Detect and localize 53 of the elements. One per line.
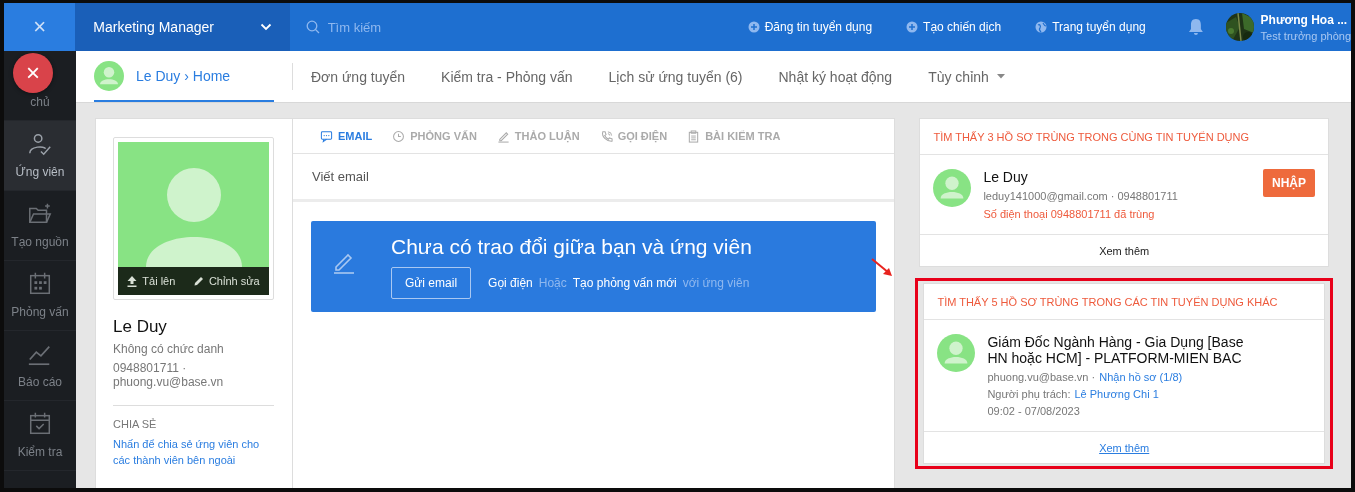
workspace-dropdown[interactable]: Marketing Manager — [75, 3, 290, 51]
search-field[interactable]: Tìm kiếm — [325, 18, 526, 36]
sidebar-item[interactable]: Phỏng vấn — [4, 261, 76, 331]
email-text: phuong.vu@base.vn · — [987, 371, 1096, 383]
hint-text: với ứng viên — [682, 275, 750, 290]
activity-tab[interactable]: EMAIL — [320, 119, 373, 153]
nav-tab[interactable]: Kiểm tra - Phỏng vấn — [441, 51, 573, 102]
header-link[interactable]: Đăng tin tuyển dụng — [747, 20, 873, 34]
send-email-button[interactable]: Gửi email — [391, 266, 472, 299]
section-heading: TÌM THẤY 3 HỒ SƠ TRÙNG TRONG CÙNG TIN TUYỂN DỤNG — [920, 119, 1328, 155]
activity-tab[interactable]: THẢO LUẬN — [496, 119, 580, 153]
activity-tab[interactable]: PHỎNG VẤN — [392, 119, 477, 153]
empty-message: Chưa có trao đổi giữa bạn và ứng viên — [391, 234, 753, 259]
activity-tab[interactable]: BÀI KIỂM TRA — [687, 119, 781, 153]
customize-dropdown[interactable]: Tùy chỉnh — [928, 51, 1005, 102]
section-heading: CHIA SẺ — [113, 418, 158, 430]
candidate-name: Le Duy — [113, 317, 168, 337]
sidebar-item[interactable]: Báo cáo — [4, 331, 76, 401]
sidebar-item[interactable]: Ứng viên — [4, 121, 76, 191]
close-button[interactable]: × — [13, 53, 53, 93]
sidebar-item[interactable]: Kiểm tra — [4, 401, 76, 471]
owner-link[interactable]: Lê Phương Chi 1 — [1074, 388, 1159, 400]
call-link[interactable]: Gọi điện — [488, 275, 533, 290]
nav-tab[interactable]: Lịch sử ứng tuyển (6) — [608, 51, 743, 102]
sidebar-item[interactable]: Tạo nguồn — [4, 191, 76, 261]
candidate-name: Le Duy — [983, 169, 1029, 185]
upload-button[interactable]: Tải lên — [127, 275, 176, 287]
activity-tab[interactable]: GỌI ĐIỆN — [599, 119, 668, 153]
breadcrumb[interactable]: Le Duy › Home — [136, 67, 231, 84]
share-link[interactable]: Nhấn để chia sẻ ứng viên cho các thành viên bên ngoài — [113, 436, 278, 468]
section-heading: TÌM THẤY 5 HỒ SƠ TRÙNG TRONG CÁC TIN TUYỂN DỤNG KHÁC — [924, 284, 1324, 320]
nav-tab[interactable]: Nhật ký hoạt động — [778, 51, 893, 102]
header-link[interactable]: Trang tuyển dụng — [1035, 20, 1146, 34]
stage-link[interactable]: Nhận hồ sơ (1/8) — [1099, 371, 1183, 383]
header-link[interactable]: Tạo chiến dịch — [906, 20, 1002, 34]
user-role: Test trưởng phòng — [1260, 29, 1351, 42]
owner-label: Người phụ trách: — [987, 388, 1071, 400]
timestamp: 09:02 - 07/08/2023 — [987, 405, 1081, 417]
edit-button[interactable]: Chỉnh sửa — [193, 275, 260, 287]
or-text: Hoặc — [538, 275, 567, 290]
contact-info: 0948801711 · phuong.vu@base.vn — [113, 361, 225, 389]
import-button[interactable]: NHẬP — [1263, 169, 1315, 197]
compose-label[interactable]: Viết email — [312, 169, 369, 184]
see-more-link[interactable]: Xem thêm — [1099, 244, 1150, 257]
nav-tab[interactable]: Đơn ứng tuyển — [311, 51, 406, 102]
user-name[interactable]: Phương Hoa ... — [1260, 12, 1351, 27]
create-interview-link[interactable]: Tạo phỏng vấn mới — [572, 275, 677, 290]
job-title: Không có chức danh — [113, 342, 225, 356]
contact-info: leduy141000@gmail.com · 0948801711 — [983, 190, 1179, 202]
warning-text: Số điện thoại 0948801711 đã trùng — [983, 208, 1156, 220]
job-title: Giám Đốc Ngành Hàng - Gia Dụng [Base HN hoặc HCM] - PLATFORM-MIEN BAC — [987, 334, 1245, 366]
close-button[interactable]: × — [4, 3, 76, 51]
see-more-link[interactable]: Xem thêm — [1099, 441, 1150, 454]
